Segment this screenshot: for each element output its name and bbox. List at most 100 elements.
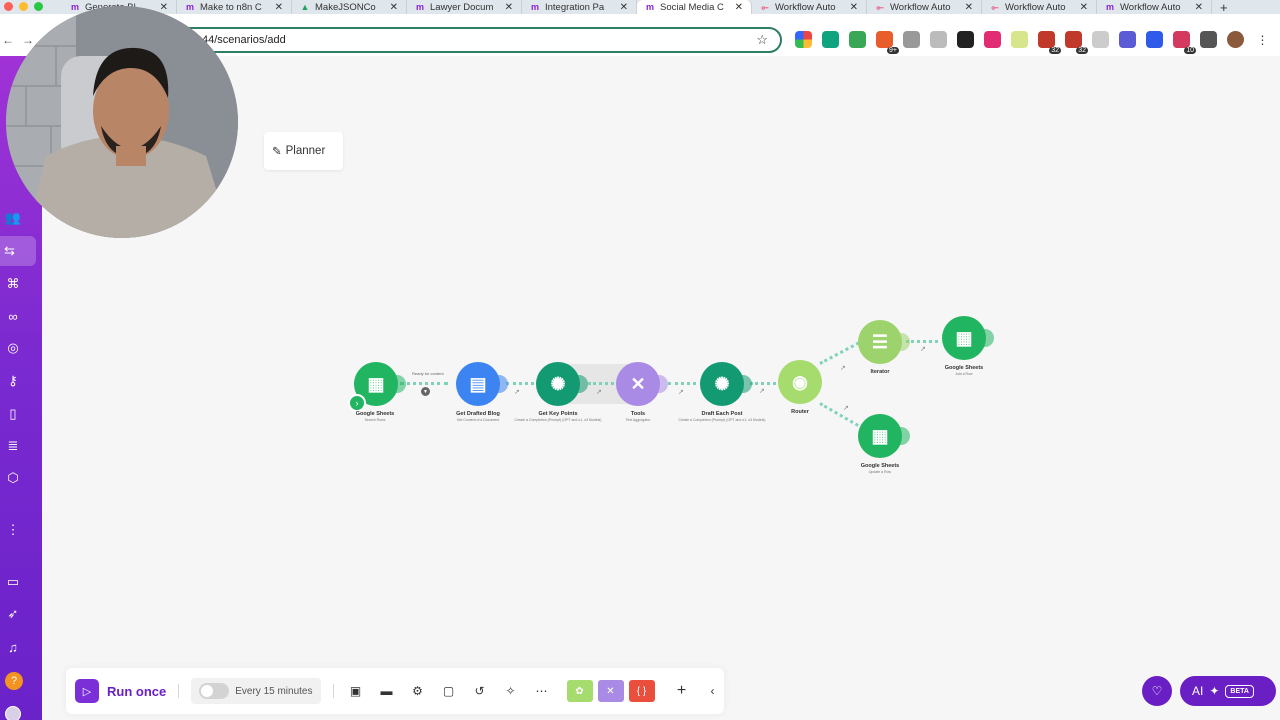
close-icon[interactable]: ✕ xyxy=(1195,2,1203,13)
extension-icon[interactable]: 9+ xyxy=(876,31,899,54)
lightbulb-button[interactable]: ♡ xyxy=(1142,676,1172,706)
connections-link-icon[interactable]: ∞ xyxy=(5,308,21,324)
planner-button[interactable]: ✎ Planner xyxy=(264,132,344,170)
browser-tab[interactable]: m Workflow Auto ✕ xyxy=(1097,0,1212,14)
browser-tab[interactable]: ⟜ Workflow Auto ✕ xyxy=(982,0,1097,14)
docs-book-icon[interactable]: ▭ xyxy=(5,574,21,590)
forward-arrow-icon[interactable]: → xyxy=(22,33,34,47)
close-icon[interactable]: ✕ xyxy=(965,2,973,13)
browser-tab[interactable]: ▲ MakeJSONCo ✕ xyxy=(292,0,407,14)
browser-tab[interactable]: m Integration Pa ✕ xyxy=(522,0,637,14)
extension-icon[interactable]: 32 xyxy=(1038,31,1061,54)
extension-icon[interactable]: 10 xyxy=(1173,31,1196,54)
extension-badge: 32 xyxy=(1076,47,1088,54)
flow-control-button[interactable]: ✿ xyxy=(566,680,593,702)
scenarios-icon[interactable]: ⇆ xyxy=(0,236,36,266)
extension-icon[interactable] xyxy=(1011,31,1028,48)
text-parser-button[interactable]: { } xyxy=(628,680,655,702)
data-stores-icon[interactable]: ≣ xyxy=(5,438,21,454)
tools-module[interactable]: ✕ xyxy=(616,362,668,406)
openai-module[interactable]: ✺ xyxy=(700,362,752,406)
module-name: Iterator xyxy=(870,369,890,375)
close-icon[interactable]: ✕ xyxy=(620,2,628,13)
trigger-clock-icon[interactable]: › xyxy=(348,394,366,412)
close-icon[interactable]: ✕ xyxy=(735,2,743,13)
notes-icon[interactable]: ▢ xyxy=(438,680,460,702)
zoom-window-button[interactable] xyxy=(34,2,43,11)
google-sheets-module[interactable]: ▦ xyxy=(942,316,994,360)
address-bar[interactable]: 44/scenarios/add ☆ xyxy=(150,27,782,53)
extension-icon[interactable] xyxy=(795,31,812,48)
mail-icon[interactable] xyxy=(930,31,947,48)
extension-icon[interactable] xyxy=(984,31,1001,48)
close-icon[interactable]: ✕ xyxy=(850,2,858,13)
minimize-window-button[interactable] xyxy=(19,2,28,11)
team-icon[interactable]: 👥 xyxy=(5,210,21,226)
help-icon[interactable]: ? xyxy=(5,672,23,690)
ai-assistant-button[interactable]: AI ✦ BETA xyxy=(1180,676,1276,706)
close-icon[interactable]: ✕ xyxy=(275,2,283,13)
openai-module[interactable]: ✺ xyxy=(536,362,588,406)
extension-icon[interactable] xyxy=(1119,31,1136,48)
extension-icon[interactable] xyxy=(1146,31,1163,48)
keys-icon[interactable]: ⚷ xyxy=(5,373,21,389)
close-icon[interactable]: ✕ xyxy=(390,2,398,13)
route-settings-icon[interactable]: ↗ xyxy=(514,388,520,396)
google-sheets-module[interactable]: ▦ xyxy=(858,414,910,458)
tools-button[interactable]: ✕ xyxy=(597,680,624,702)
undo-icon[interactable]: ↺ xyxy=(469,680,491,702)
menu-dots-icon[interactable]: ⋮ xyxy=(1254,31,1271,48)
extension-icon[interactable] xyxy=(957,31,974,48)
browser-tab[interactable]: ⟜ Workflow Auto ✕ xyxy=(867,0,982,14)
scenario-settings-icon[interactable]: ▬ xyxy=(376,680,398,702)
close-icon[interactable]: ✕ xyxy=(505,2,513,13)
browser-tab[interactable]: ⟜ Workflow Auto ✕ xyxy=(752,0,867,14)
filter-icon[interactable]: ▼ xyxy=(421,387,430,396)
new-tab-button[interactable]: + xyxy=(1212,0,1236,15)
launch-rocket-icon[interactable]: ➶ xyxy=(5,606,21,622)
scheduling-toggle[interactable] xyxy=(199,683,230,699)
extension-icon[interactable] xyxy=(1092,31,1109,48)
save-icon[interactable]: ▣ xyxy=(345,680,367,702)
extension-icon[interactable] xyxy=(849,31,866,48)
google-docs-module[interactable]: ▤ xyxy=(456,362,508,406)
router-module[interactable]: ◉ xyxy=(778,360,822,404)
schedule-control[interactable]: Every 15 minutes xyxy=(191,678,321,704)
browser-tab-active[interactable]: m Social Media C ✕ xyxy=(637,0,752,14)
iterator-module[interactable]: ☰ xyxy=(858,320,910,364)
browser-tab[interactable]: m Lawyer Docum ✕ xyxy=(407,0,522,14)
close-icon[interactable]: ✕ xyxy=(160,2,168,13)
collapse-chevron-icon[interactable]: ‹ xyxy=(702,680,724,702)
auto-align-wand-icon[interactable]: ✧ xyxy=(500,680,522,702)
bookmark-star-icon[interactable]: ☆ xyxy=(756,32,768,48)
puzzle-icon[interactable] xyxy=(1200,31,1217,48)
apps-puzzle-icon[interactable]: ⌘ xyxy=(5,276,21,292)
close-window-button[interactable] xyxy=(4,2,13,11)
run-once-button[interactable]: ▷ Run once xyxy=(75,677,166,705)
url-text[interactable]: 44/scenarios/add xyxy=(202,34,286,46)
route-settings-icon[interactable]: ↗ xyxy=(678,388,684,396)
notifications-bell-icon[interactable]: ♫ xyxy=(5,639,21,655)
google-sheets-module[interactable]: ▦ › xyxy=(348,362,406,412)
close-icon[interactable]: ✕ xyxy=(1080,2,1088,13)
add-module-icon[interactable]: + xyxy=(671,680,693,702)
extension-icon[interactable] xyxy=(903,31,920,48)
tab-label: Make to n8n C xyxy=(200,1,262,13)
extension-icon[interactable]: 32 xyxy=(1065,31,1088,54)
route-settings-icon[interactable]: ↗ xyxy=(920,345,926,353)
gear-icon[interactable]: ⚙ xyxy=(407,680,429,702)
data-structures-cube-icon[interactable]: ⬡ xyxy=(5,470,21,486)
route-settings-icon[interactable]: ↗ xyxy=(759,387,765,395)
devices-icon[interactable]: ▯ xyxy=(5,406,21,422)
profile-avatar[interactable] xyxy=(1227,31,1244,48)
user-avatar[interactable] xyxy=(5,706,21,720)
route-settings-icon[interactable]: ↗ xyxy=(596,388,602,396)
webhooks-globe-icon[interactable]: ◎ xyxy=(5,340,21,356)
back-arrow-icon[interactable]: ← xyxy=(2,33,14,47)
more-dots-icon[interactable]: ⋯ xyxy=(531,680,553,702)
schedule-label[interactable]: Every 15 minutes xyxy=(235,686,312,697)
extension-icon[interactable] xyxy=(822,31,839,48)
browser-tab[interactable]: m Make to n8n C ✕ xyxy=(177,0,292,14)
more-dots-icon[interactable]: ⋮ xyxy=(5,522,21,538)
tab-label: Workflow Auto xyxy=(1120,1,1181,13)
